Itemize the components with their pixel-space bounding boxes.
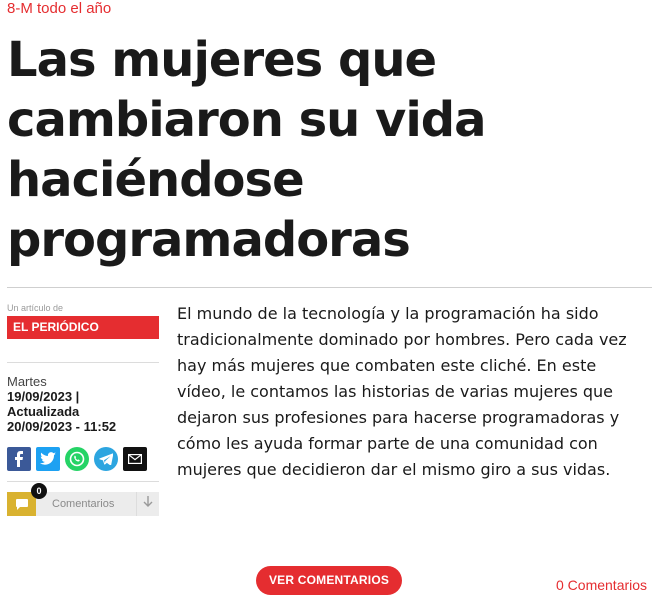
article-meta: Un artículo de EL PERIÓDICO Martes 19/09… xyxy=(7,303,159,434)
view-comments-button[interactable]: VER COMENTARIOS xyxy=(256,566,402,595)
facebook-icon[interactable] xyxy=(7,447,31,471)
updated-date: 20/09/2023 - 11:52 xyxy=(7,419,117,434)
share-bar xyxy=(7,447,147,471)
email-icon[interactable] xyxy=(123,447,147,471)
telegram-icon[interactable] xyxy=(94,447,118,471)
comments-box[interactable]: 0 Comentarios xyxy=(7,483,159,516)
twitter-icon[interactable] xyxy=(36,447,60,471)
updated-label: Actualizada xyxy=(7,404,80,419)
section-kicker[interactable]: 8-M todo el año xyxy=(7,0,111,18)
comments-count-link[interactable]: 0 Comentarios xyxy=(556,577,647,593)
comment-icon[interactable]: 0 xyxy=(7,483,47,516)
publish-day: Martes xyxy=(7,374,47,389)
comment-count-badge: 0 xyxy=(31,483,47,499)
comments-label[interactable]: Comentarios xyxy=(36,492,136,516)
byline-label: Un artículo de xyxy=(7,303,64,313)
article-title: Las mujeres que cambiaron su vida hacién… xyxy=(7,32,487,268)
meta-divider xyxy=(7,362,159,363)
meta-divider xyxy=(7,481,159,482)
divider xyxy=(7,287,652,288)
article-body: El mundo de la tecnología y la programac… xyxy=(177,304,627,479)
publisher-badge[interactable]: EL PERIÓDICO xyxy=(7,316,159,339)
whatsapp-icon[interactable] xyxy=(65,447,89,471)
arrow-down-icon[interactable] xyxy=(136,492,159,516)
publish-date: 19/09/2023 | xyxy=(7,389,80,404)
